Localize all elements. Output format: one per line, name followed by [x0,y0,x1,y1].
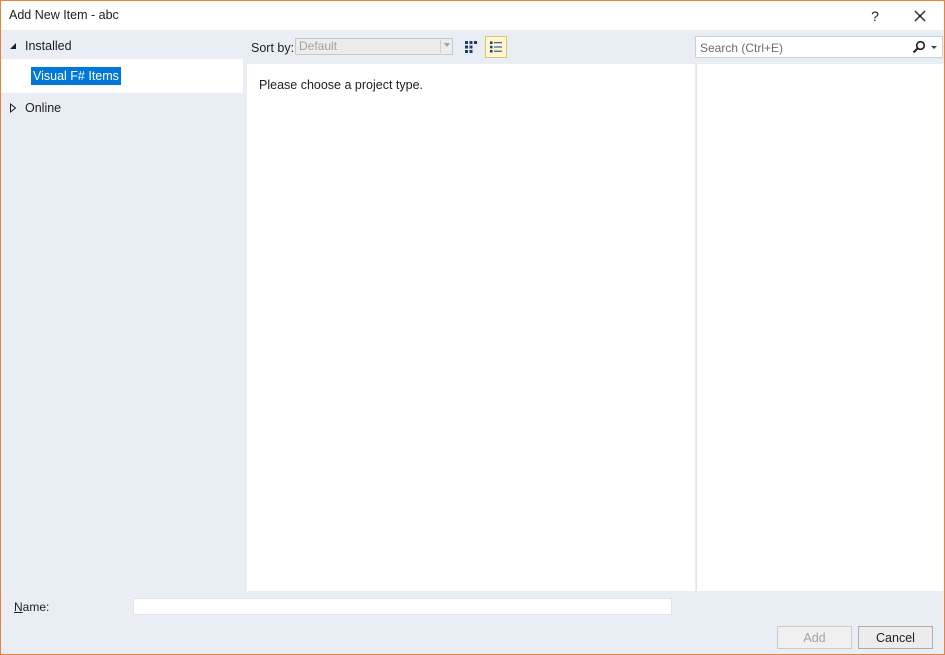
chevron-down-icon [444,43,450,47]
empty-message: Please choose a project type. [259,78,423,92]
tree-item-label: Installed [25,39,72,53]
template-list: Please choose a project type. [247,64,695,591]
name-label-rest: ame: [22,600,50,614]
title-bar: Add New Item - abc ? [1,1,944,30]
tree-item-online[interactable]: Online [9,97,61,119]
tree-item-installed[interactable]: Installed [9,35,72,57]
list-view-icon [490,41,502,53]
add-button[interactable]: Add [777,626,852,649]
sort-by-label: Sort by: [251,41,295,55]
add-new-item-dialog: Add New Item - abc ? Installed Visual F#… [0,0,945,655]
grid-view-icon [465,41,477,53]
template-tree: Installed Visual F# Items Online [1,30,243,591]
name-field[interactable] [133,598,672,615]
tree-item-label: Visual F# Items [31,67,121,85]
sort-by-dropdown[interactable]: Default [295,38,453,55]
tree-item-label: Online [25,101,62,115]
cancel-button[interactable]: Cancel [858,626,933,649]
tree-item-visual-fsharp-items[interactable]: Visual F# Items [1,59,243,93]
search-options-dropdown-icon[interactable] [931,46,937,49]
help-button[interactable]: ? [853,1,897,30]
small-icons-view-button[interactable] [460,36,482,58]
close-icon [914,10,926,21]
sort-by-value: Default [299,39,338,53]
search-icon[interactable] [912,40,926,54]
collapsed-arrow-icon[interactable] [9,103,17,113]
search-box[interactable] [695,36,943,59]
dropdown-divider [440,40,441,53]
toolbar: Sort by: Default [247,30,944,64]
list-view-button[interactable] [485,36,507,58]
name-label: Name: [14,600,49,614]
name-label-accesskey: N [14,600,23,614]
window-title: Add New Item - abc [9,8,119,22]
expanded-arrow-icon[interactable] [9,42,17,50]
details-pane [696,64,944,591]
close-button[interactable] [898,1,942,30]
search-input[interactable] [696,37,902,59]
